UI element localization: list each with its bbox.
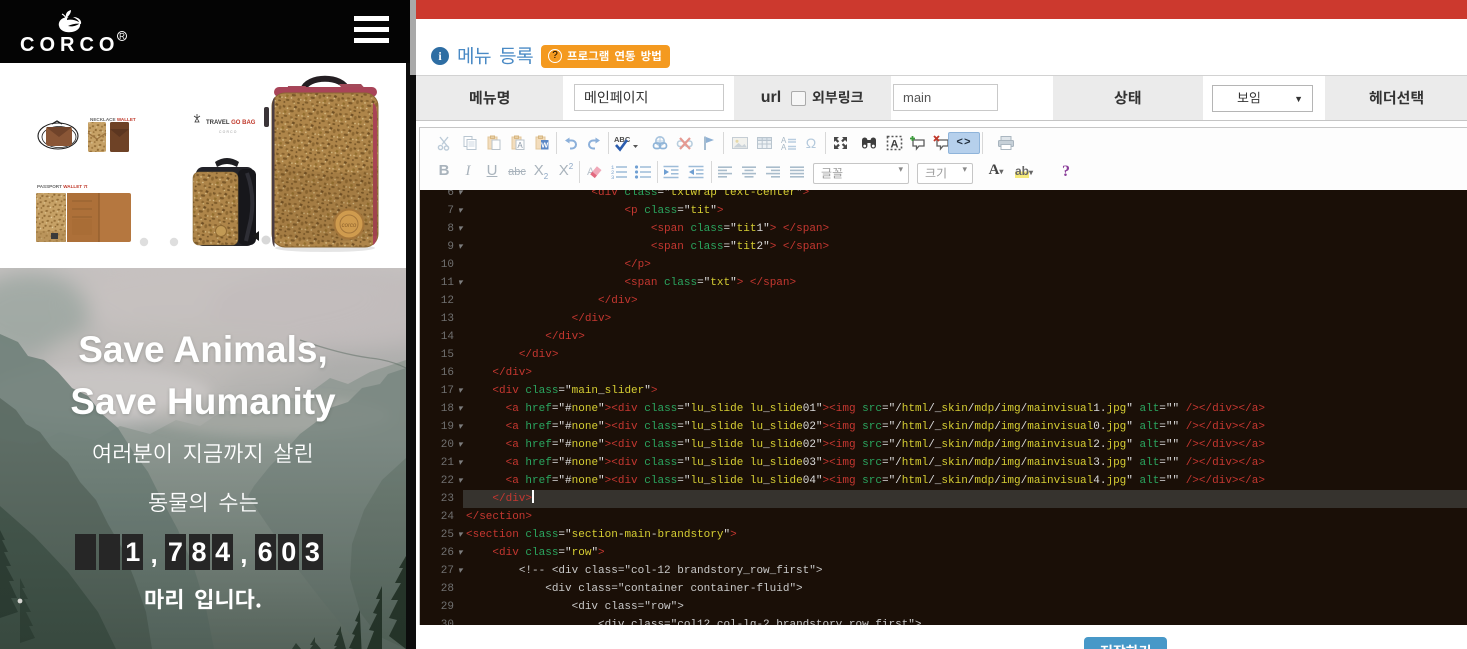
svg-text:3: 3 — [611, 174, 614, 180]
svg-text:Ω: Ω — [806, 135, 816, 151]
svg-text:ABC: ABC — [614, 135, 631, 144]
svg-text:A: A — [891, 139, 899, 151]
svg-text:A: A — [781, 143, 787, 151]
svg-text:W: W — [541, 141, 549, 150]
svg-text:A: A — [517, 141, 523, 150]
